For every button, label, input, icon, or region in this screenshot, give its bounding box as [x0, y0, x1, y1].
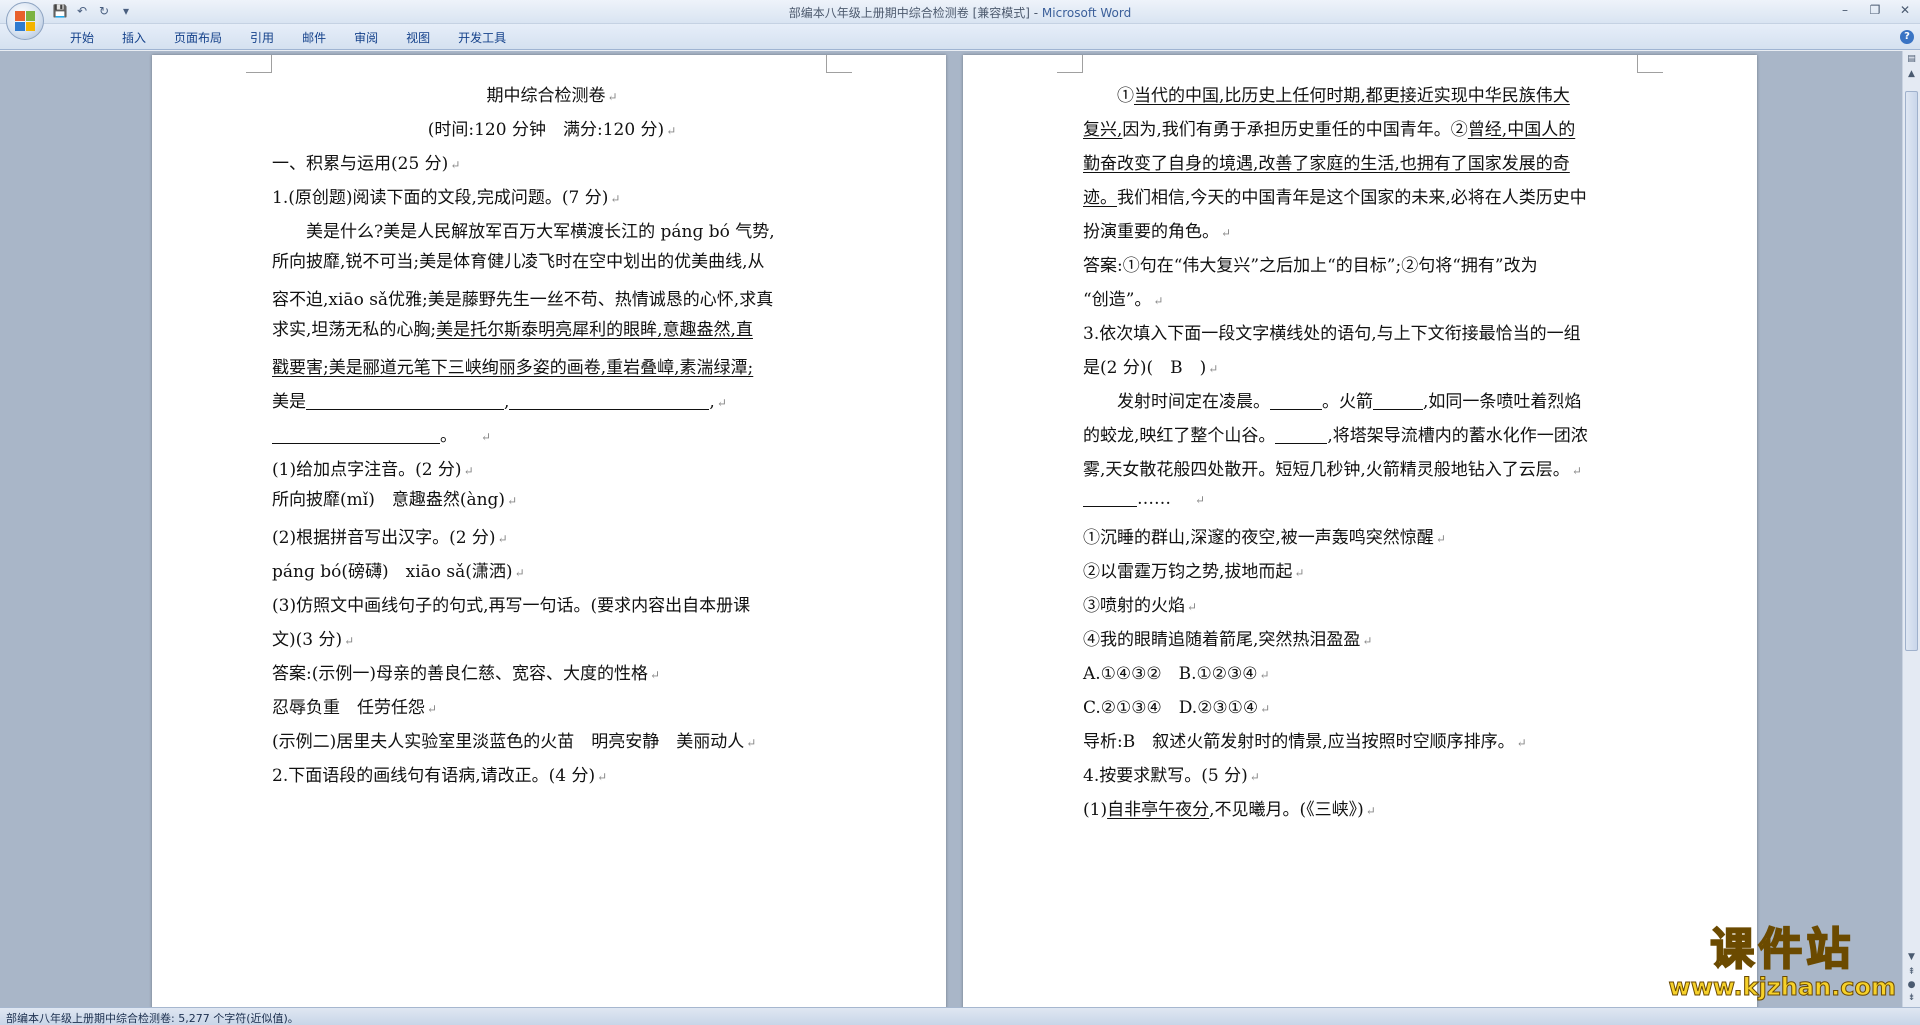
tab-insert[interactable]: 插入	[108, 30, 160, 46]
tab-page-layout[interactable]: 页面布局	[160, 30, 236, 46]
sub-question: (2)根据拼音写出汉字。(2 分) ↵	[272, 528, 508, 548]
exam-subtitle: (时间:120 分钟 满分:120 分) ↵	[427, 120, 677, 140]
option-line: ③喷射的火焰 ↵	[1083, 596, 1198, 616]
question-3: 是(2 分)( B ) ↵	[1083, 358, 1219, 378]
passage-line: 戳要害;美是郦道元笔下三峡绚丽多姿的画卷,重岩叠嶂,素湍绿潭;	[272, 358, 754, 378]
answer-line: “创造”。 ↵	[1083, 290, 1164, 310]
watermark-url: www.kjzhan.com	[1668, 973, 1896, 1001]
tab-developer[interactable]: 开发工具	[444, 30, 520, 46]
scroll-up-icon[interactable]: ▲	[1905, 68, 1918, 81]
choice-line: C.②①③④ D.②③①④ ↵	[1083, 698, 1271, 718]
next-page-icon[interactable]: ⇟	[1905, 992, 1918, 1005]
tab-mailings[interactable]: 邮件	[288, 30, 340, 46]
close-button[interactable]: ✕	[1896, 2, 1914, 18]
document-title: 部编本八年级上册期中综合检测卷 [兼容模式] -	[788, 6, 1042, 20]
sub-question: (1)给加点字注音。(2 分) ↵	[272, 460, 474, 480]
office-logo-icon	[15, 11, 35, 31]
passage-line: 所向披靡,锐不可当;美是体育健儿凌飞时在空中划出的优美曲线,从	[272, 252, 765, 272]
title-bar: 💾 ↶ ↻ ▾ 部编本八年级上册期中综合检测卷 [兼容模式] - Microso…	[0, 0, 1920, 24]
margin-corner-mark	[1057, 55, 1083, 73]
answer-line: 答案:(示例一)母亲的善良仁慈、宽容、大度的性格 ↵	[272, 664, 661, 684]
answer-line: 答案:①句在“伟大复兴”之后加上“的目标”;②句将“拥有”改为	[1083, 256, 1538, 276]
answer-line: 导析:B 叙述火箭发射时的情景,应当按照时空顺序排序。 ↵	[1083, 732, 1527, 752]
margin-corner-mark	[1637, 55, 1663, 73]
question-4: 4.按要求默写。(5 分) ↵	[1083, 766, 1260, 786]
minimize-button[interactable]: –	[1836, 2, 1854, 18]
app-name: Microsoft Word	[1041, 6, 1132, 20]
maximize-button[interactable]: ❐	[1866, 2, 1884, 18]
passage-line: 复兴,因为,我们有勇于承担历史重任的中国青年。②曾经,中国人的	[1083, 120, 1576, 140]
office-button[interactable]	[6, 2, 44, 40]
sub-question: (3)仿照文中画线句子的句式,再写一句话。(要求内容出自本册课	[272, 596, 751, 616]
help-icon[interactable]: ?	[1900, 30, 1914, 44]
page-right[interactable]: ①当代的中国,比历史上任何时期,都更接近实现中华民族伟大 复兴,因为,我们有勇于…	[963, 55, 1757, 1007]
status-bar: 部编本八年级上册期中综合检测卷: 5,277 个字符(近似值)。	[0, 1007, 1920, 1025]
ribbon: 开始 插入 页面布局 引用 邮件 审阅 视图 开发工具 ?	[0, 24, 1920, 50]
window-title: 部编本八年级上册期中综合检测卷 [兼容模式] - Microsoft Word	[0, 4, 1920, 21]
fill-blank-line: 。 ↵	[272, 421, 491, 446]
document-area[interactable]: 期中综合检测卷 ↵ (时间:120 分钟 满分:120 分) ↵ 一、积累与运用(2…	[0, 51, 1902, 1007]
scrollbar-thumb[interactable]	[1905, 91, 1918, 651]
passage-line: 勤奋改变了自身的境遇,改善了家庭的生活,也拥有了国家发展的奇	[1083, 154, 1570, 174]
option-line: ④我的眼睛追随着箭尾,突然热泪盈盈 ↵	[1083, 630, 1373, 650]
tab-home[interactable]: 开始	[56, 30, 108, 46]
answer-line: 所向披靡(mǐ) 意趣盎然(àng) ↵	[272, 490, 518, 510]
watermark-logo: 课件站 www.kjzhan.com	[1668, 924, 1896, 1001]
answer-line: 忍辱负重 任劳任怨 ↵	[272, 698, 438, 718]
fill-blank-line: 美是,, ↵	[272, 392, 727, 412]
status-text: 部编本八年级上册期中综合检测卷: 5,277 个字符(近似值)。	[6, 1012, 299, 1025]
tab-references[interactable]: 引用	[236, 30, 288, 46]
previous-page-icon[interactable]: ⇞	[1905, 966, 1918, 979]
margin-corner-mark	[826, 55, 852, 73]
margin-corner-mark	[246, 55, 272, 73]
tab-review[interactable]: 审阅	[340, 30, 392, 46]
passage-line: 迹。我们相信,今天的中国青年是这个国家的未来,必将在人类历史中	[1083, 188, 1587, 208]
answer-line: (示例二)居里夫人实验室里淡蓝色的火苗 明亮安静 美丽动人 ↵	[272, 732, 757, 752]
passage-line: 发射时间定在凌晨。 。火箭 ,如同一条喷吐着烈焰	[1083, 392, 1582, 412]
section-heading: 一、积累与运用(25 分) ↵	[272, 154, 461, 174]
choice-line: A.①④③② B.①②③④ ↵	[1083, 664, 1270, 684]
browse-object-icon[interactable]: ●	[1905, 979, 1918, 992]
exam-title: 期中综合检测卷 ↵	[486, 86, 618, 106]
scroll-down-icon[interactable]: ▼	[1905, 951, 1918, 964]
passage-line: 容不迫,xiāo sǎ优雅;美是藤野先生一丝不苟、热情诚恳的心怀,求真	[272, 290, 774, 310]
ruler-toggle-icon[interactable]: ▤	[1905, 53, 1918, 66]
sub-question: 文)(3 分) ↵	[272, 630, 355, 650]
passage-line: 的蛟龙,映红了整个山谷。 ,将塔架导流槽内的蓄水化作一团浓	[1083, 426, 1588, 446]
tab-view[interactable]: 视图	[392, 30, 444, 46]
ribbon-tabs: 开始 插入 页面布局 引用 邮件 审阅 视图 开发工具	[56, 30, 520, 46]
page-left[interactable]: 期中综合检测卷 ↵ (时间:120 分钟 满分:120 分) ↵ 一、积累与运用(2…	[152, 55, 946, 1007]
answer-line: pánɡ bó(磅礴) xiāo sǎ(潇洒) ↵	[272, 562, 525, 582]
option-line: ①沉睡的群山,深邃的夜空,被一声轰鸣突然惊醒 ↵	[1083, 528, 1446, 548]
sub-question: (1)自非亭午夜分,不见曦月。(《三峡》) ↵	[1083, 800, 1376, 820]
question-3: 3.依次填入下面一段文字横线处的语句,与上下文衔接最恰当的一组	[1083, 324, 1581, 344]
window-controls: – ❐ ✕	[1836, 2, 1914, 18]
passage-line: 扮演重要的角色。 ↵	[1083, 222, 1232, 242]
watermark-title: 课件站	[1709, 924, 1855, 975]
option-line: ②以雷霆万钧之势,拔地而起 ↵	[1083, 562, 1305, 582]
passage-line: ①当代的中国,比历史上任何时期,都更接近实现中华民族伟大	[1083, 86, 1570, 106]
passage-line: 求实,坦荡无私的心胸;美是托尔斯泰明亮犀利的眼眸,意趣盎然,直	[272, 320, 753, 340]
passage-line: 雾,天女散花般四处散开。短短几秒钟,火箭精灵般地钻入了云层。 ↵	[1083, 460, 1582, 480]
vertical-scrollbar[interactable]: ▤ ▲ ▼ ⇞ ● ⇟	[1902, 51, 1920, 1007]
question-2: 2.下面语段的画线句有语病,请改正。(4 分) ↵	[272, 766, 608, 786]
passage-line: …… ↵	[1083, 489, 1205, 509]
passage-line: 美是什么?美是人民解放军百万大军横渡长江的 pánɡ bó 气势,	[272, 222, 775, 242]
question-1: 1.(原创题)阅读下面的文段,完成问题。(7 分) ↵	[272, 188, 621, 208]
